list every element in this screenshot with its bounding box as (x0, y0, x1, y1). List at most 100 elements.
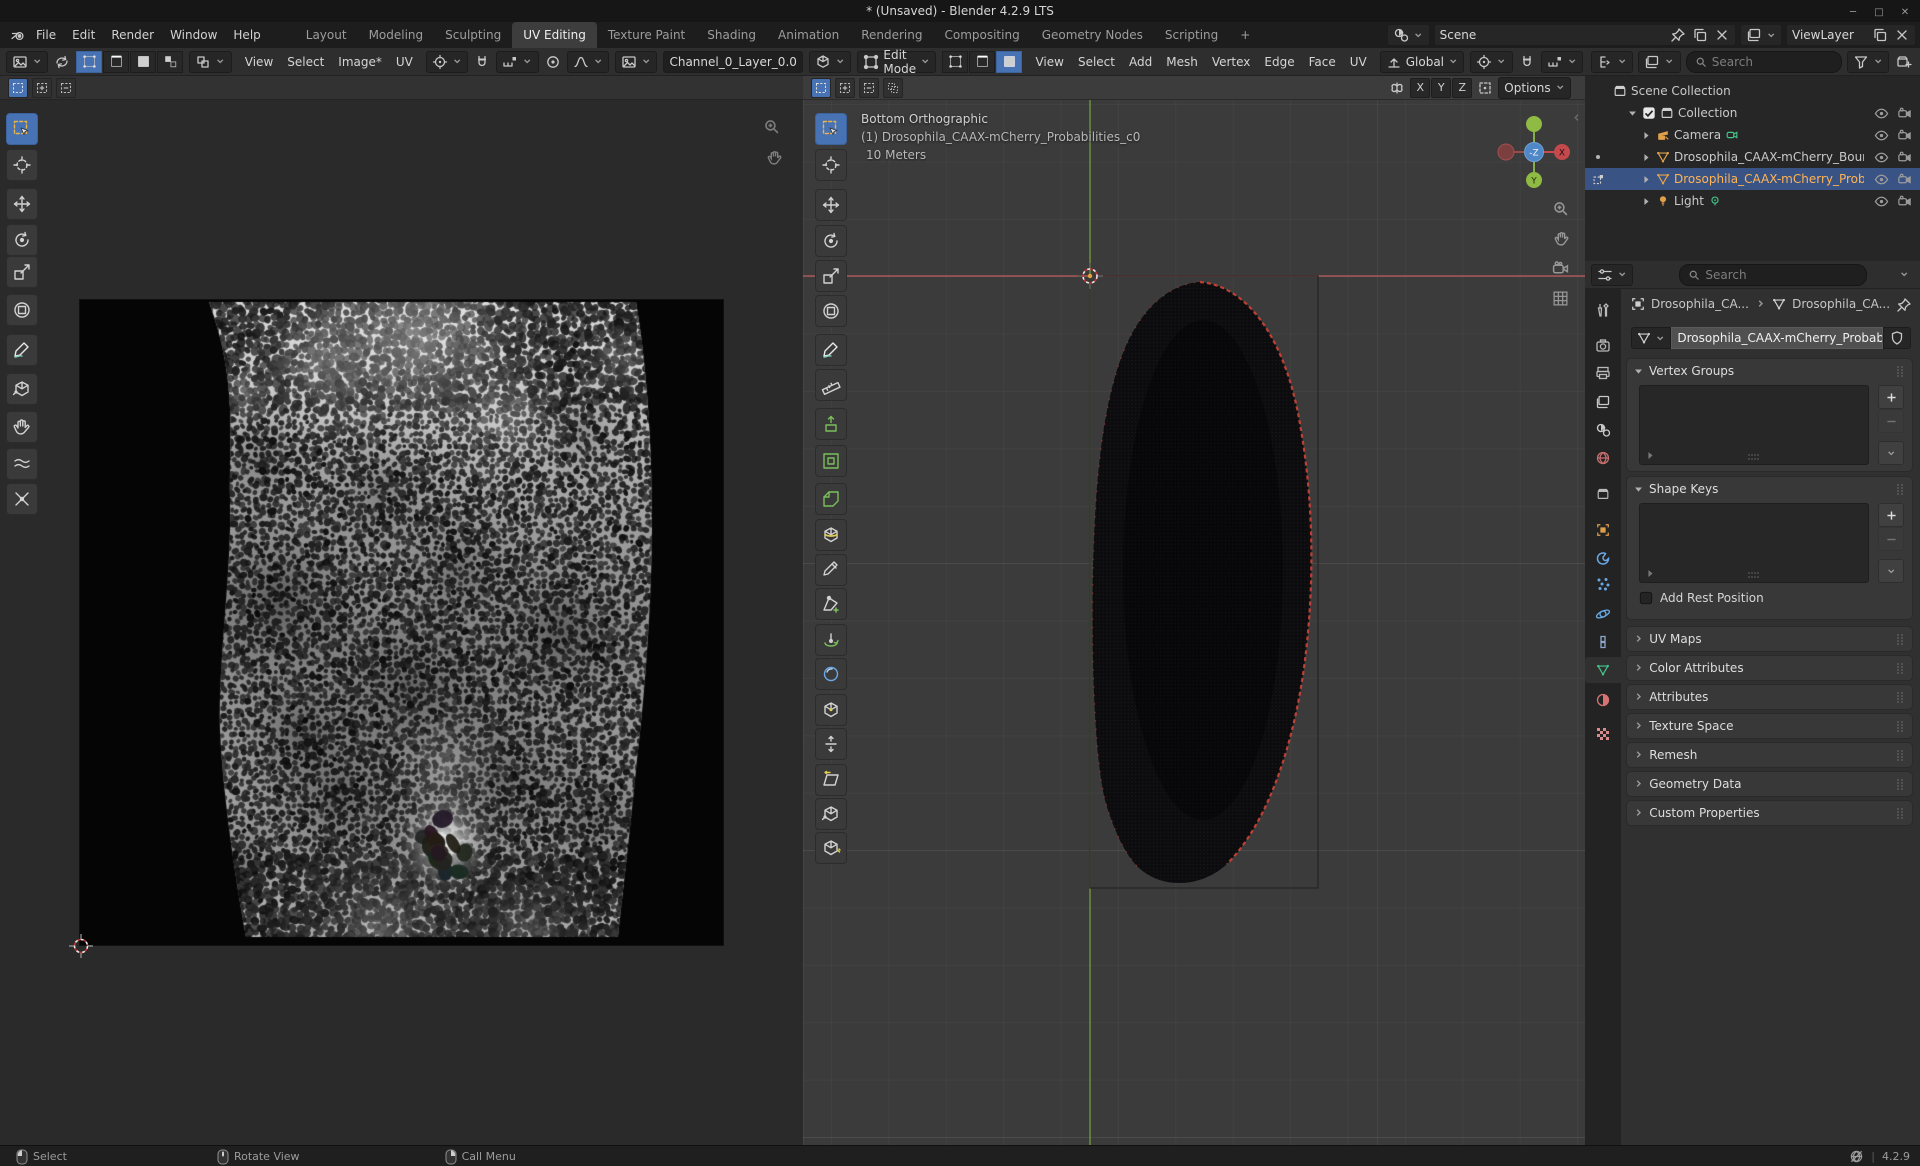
properties-tab-constraints[interactable] (1585, 629, 1621, 655)
tool-tweak-select[interactable] (815, 113, 847, 145)
tool-edge-slide[interactable] (815, 694, 847, 726)
list-specials-button[interactable] (1878, 559, 1904, 583)
viewport-camera-icon[interactable] (1552, 260, 1569, 277)
blender-logo-icon[interactable] (8, 25, 28, 45)
tool-scale[interactable] (6, 256, 38, 288)
navigation-gizmo[interactable]: X Y -Z (1498, 116, 1570, 188)
cursor-3d[interactable] (1077, 263, 1103, 289)
panel-collapse-icon[interactable] (1633, 749, 1644, 760)
outliner-label[interactable]: Scene Collection (1631, 84, 1731, 98)
uv-2d-cursor[interactable] (68, 933, 94, 959)
outliner-label[interactable]: Camera (1674, 128, 1721, 142)
list-filter-toggle-icon[interactable] (1645, 450, 1656, 461)
drag-handle-icon[interactable] (1894, 662, 1906, 674)
uv-edge-mode-button[interactable] (103, 51, 129, 73)
outliner-label[interactable]: Drosophila_CAAX-mCherry_Bour (1674, 150, 1864, 164)
viewlayer-field[interactable]: ViewLayer (1786, 24, 1916, 46)
uv-canvas-area[interactable] (0, 100, 803, 1145)
drag-handle-icon[interactable] (1894, 691, 1906, 703)
face-select-button[interactable] (996, 51, 1022, 73)
minimize-button[interactable]: ─ (1846, 6, 1860, 20)
tool-inset-faces[interactable] (815, 445, 847, 477)
tool-knife[interactable] (815, 554, 847, 586)
properties-tab-scene[interactable] (1585, 417, 1621, 443)
disable-render-icon[interactable] (1897, 106, 1912, 121)
add-rest-position-checkbox[interactable] (1639, 591, 1653, 605)
edge-select-button[interactable] (969, 51, 995, 73)
tool-rotate[interactable] (815, 225, 847, 257)
panel-header[interactable]: Texture Space (1627, 714, 1912, 738)
workspace-tab-scripting[interactable]: Scripting (1154, 22, 1229, 48)
app-menu-window[interactable]: Window (162, 24, 225, 46)
panel-header[interactable]: Shape Keys (1627, 477, 1912, 501)
workspace-tab-uv-editing[interactable]: UV Editing (512, 22, 597, 48)
properties-tab-view-layer[interactable] (1585, 389, 1621, 415)
embryo-mesh[interactable] (1093, 282, 1312, 883)
viewport-menu-edge[interactable]: Edge (1257, 51, 1301, 73)
app-menu-help[interactable]: Help (225, 24, 268, 46)
add-workspace-button[interactable]: + (1229, 22, 1261, 48)
panel-collapse-icon[interactable] (1633, 662, 1644, 673)
disable-render-icon[interactable] (1897, 128, 1912, 143)
panel-collapse-icon[interactable] (1633, 720, 1644, 731)
select-mode-new-button[interactable] (811, 78, 831, 98)
viewport-ortho-grid-icon[interactable] (1552, 290, 1569, 307)
tool-relax[interactable] (6, 448, 38, 480)
panel-expand-icon[interactable] (1633, 366, 1644, 377)
tool-cursor-3d[interactable] (815, 149, 847, 181)
uv-image-texture[interactable] (80, 300, 723, 945)
uv-editor-type-button[interactable] (6, 51, 48, 73)
properties-options-icon[interactable] (1894, 265, 1914, 285)
viewport-menu-add[interactable]: Add (1122, 51, 1159, 73)
gizmo-axis-neg-y[interactable] (1526, 116, 1542, 132)
tool-spin[interactable] (815, 624, 847, 656)
properties-tab-physics[interactable] (1585, 601, 1621, 627)
vertex-select-button[interactable] (942, 51, 968, 73)
panel-collapse-icon[interactable] (1633, 778, 1644, 789)
tool-scale[interactable] (815, 260, 847, 292)
app-menu-render[interactable]: Render (103, 24, 162, 46)
outliner-row-collection[interactable]: Collection (1585, 102, 1920, 124)
tool-bevel[interactable] (815, 483, 847, 515)
properties-search-input[interactable]: Search (1679, 264, 1867, 286)
new-scene-icon[interactable] (1692, 27, 1708, 43)
tool-poly-build[interactable] (815, 588, 847, 620)
tool-annotate[interactable] (815, 334, 847, 366)
app-menu-file[interactable]: File (28, 24, 64, 46)
workspace-tab-compositing[interactable]: Compositing (933, 22, 1030, 48)
snap-symmetry-icon[interactable] (1475, 78, 1495, 98)
panel-header[interactable]: Color Attributes (1627, 656, 1912, 680)
viewport-menu-mesh[interactable]: Mesh (1159, 51, 1205, 73)
tool-rip-region[interactable] (815, 798, 847, 830)
viewport-pan-icon[interactable] (1553, 230, 1570, 247)
outliner-row-drosophila-caax-mcherry-prob[interactable]: Drosophila_CAAX-mCherry_Prob (1585, 168, 1920, 190)
drag-handle-icon[interactable] (1894, 778, 1906, 790)
uv-zoom-icon[interactable] (763, 118, 780, 135)
workspace-tab-geometry-nodes[interactable]: Geometry Nodes (1031, 22, 1154, 48)
tool-transform[interactable] (6, 294, 38, 326)
mirror-axis-y[interactable]: Y (1431, 78, 1451, 98)
disclosure-closed-icon[interactable] (1641, 174, 1652, 185)
empty-list-box[interactable] (1639, 503, 1869, 583)
list-specials-button[interactable] (1878, 441, 1904, 465)
outliner-editor-type-button[interactable] (1591, 51, 1633, 73)
panel-header[interactable]: Geometry Data (1627, 772, 1912, 796)
panel-expand-icon[interactable] (1633, 484, 1644, 495)
workspace-tab-texture-paint[interactable]: Texture Paint (597, 22, 696, 48)
fake-user-shield-button[interactable] (1883, 327, 1911, 349)
workspace-tab-layout[interactable]: Layout (295, 22, 358, 48)
outliner-row-drosophila-caax-mcherry-bour[interactable]: Drosophila_CAAX-mCherry_Bour (1585, 146, 1920, 168)
drag-handle-icon[interactable] (1894, 633, 1906, 645)
workspace-tab-shading[interactable]: Shading (696, 22, 767, 48)
hide-viewport-icon[interactable] (1874, 150, 1889, 165)
new-collection-icon[interactable] (1894, 52, 1914, 72)
select-mode-extend-button[interactable] (835, 78, 855, 98)
transform-orientation-dropdown[interactable]: Global (1380, 51, 1465, 73)
viewport-menu-select[interactable]: Select (1071, 51, 1122, 73)
close-button[interactable]: ✕ (1898, 6, 1912, 20)
uv-menu-uv[interactable]: UV (389, 51, 420, 73)
properties-tab-material[interactable] (1585, 687, 1621, 713)
tool-extrude-region[interactable] (815, 408, 847, 440)
mirror-axis-z[interactable]: Z (1452, 78, 1472, 98)
workspace-tab-rendering[interactable]: Rendering (850, 22, 933, 48)
